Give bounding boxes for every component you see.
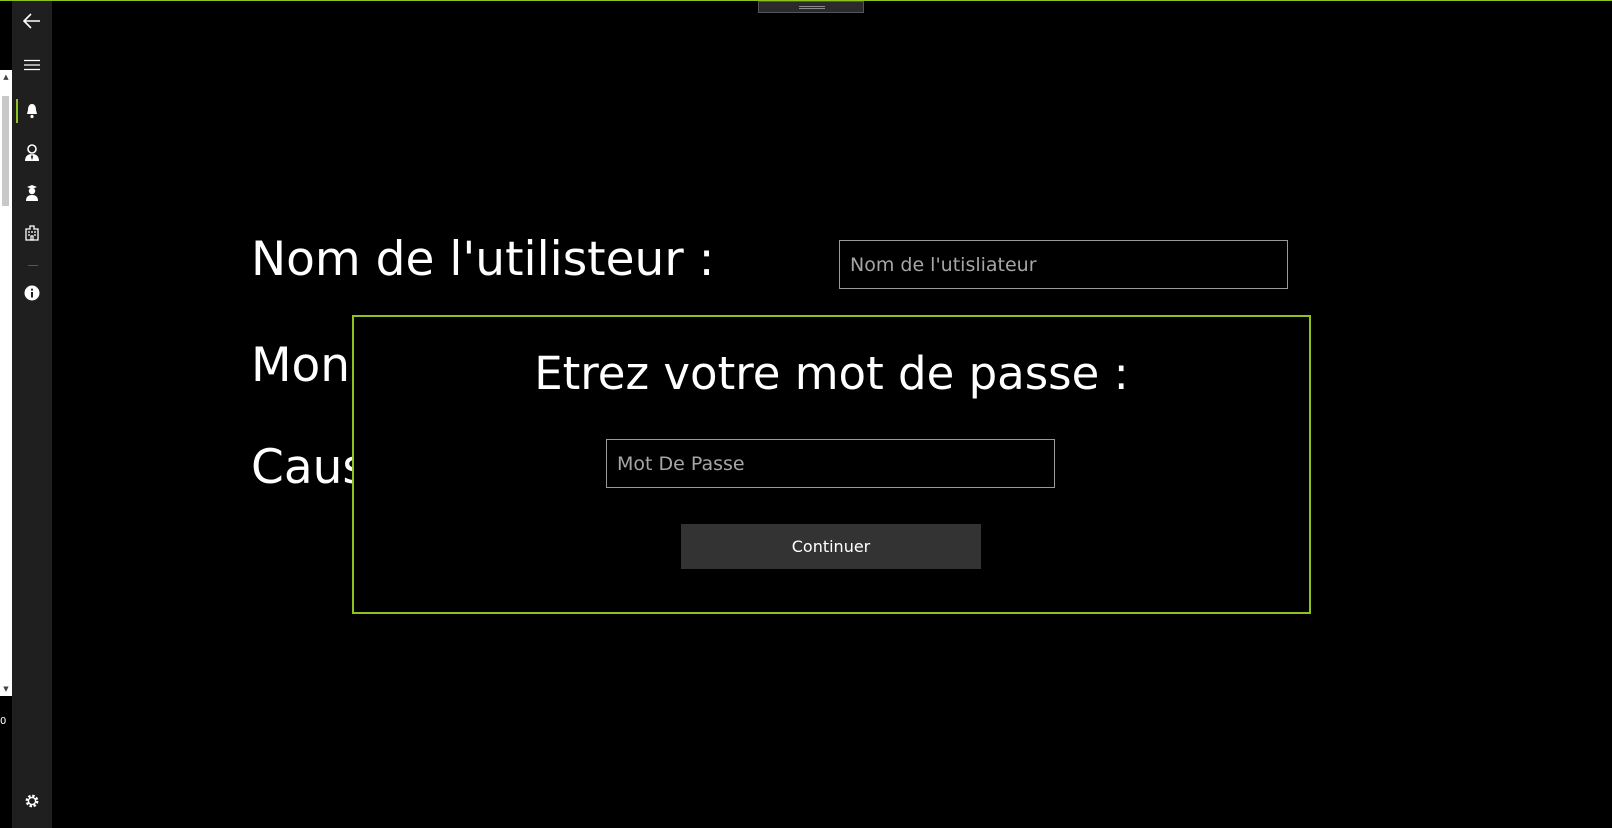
cause-label: Caus (251, 440, 367, 495)
scroll-up-icon[interactable]: ▲ (1, 72, 11, 82)
bell-icon (24, 103, 40, 119)
back-button[interactable] (12, 3, 52, 39)
nav-item-about[interactable] (12, 275, 52, 311)
left-pane-value: 0 (0, 716, 7, 727)
continue-button[interactable]: Continuer (681, 524, 981, 569)
nav-item-employees[interactable] (12, 135, 52, 171)
password-dialog: Etrez votre mot de passe : Continuer (352, 315, 1311, 614)
left-pane-bottom (0, 736, 12, 828)
user-cap-icon (24, 184, 40, 202)
nav-item-buildings[interactable] (12, 215, 52, 251)
dialog-title: Etrez votre mot de passe : (534, 347, 1129, 400)
nav-item-students[interactable] (12, 175, 52, 211)
user-tie-icon (24, 144, 40, 162)
building-icon (24, 225, 40, 241)
hamburger-menu-icon (24, 59, 40, 71)
amount-label: Mon (251, 338, 351, 393)
info-icon (24, 285, 40, 301)
scroll-down-icon[interactable]: ▼ (1, 684, 11, 694)
username-input[interactable] (839, 240, 1288, 289)
navigation-rail (12, 1, 52, 828)
gear-icon (24, 793, 40, 809)
password-input[interactable] (606, 439, 1055, 488)
nav-separator (28, 265, 38, 266)
left-pane-scrollbar[interactable]: ▲ ▼ (0, 70, 12, 696)
settings-button[interactable] (12, 783, 52, 819)
window-drag-handle[interactable] (758, 1, 864, 13)
nav-item-notifications[interactable] (12, 93, 52, 129)
scrollbar-thumb[interactable] (2, 96, 9, 206)
back-arrow-icon (23, 13, 41, 29)
username-label: Nom de l'utilisteur : (251, 232, 715, 287)
menu-button[interactable] (12, 47, 52, 83)
